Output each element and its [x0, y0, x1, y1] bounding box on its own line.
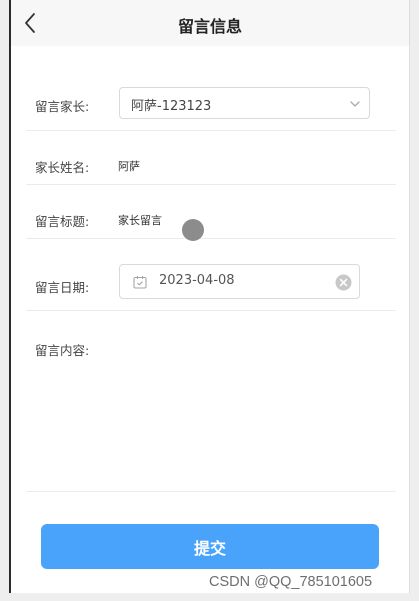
date-picker[interactable]: 2023-04-08	[119, 264, 360, 299]
parent-name-row: 家长姓名: 阿萨	[26, 131, 396, 185]
content-textarea[interactable]	[118, 333, 386, 477]
title-value: 家长留言	[118, 214, 162, 227]
content-label: 留言内容:	[35, 343, 90, 358]
title-label: 留言标题:	[35, 214, 90, 229]
watermark: CSDN @QQ_785101605	[209, 574, 373, 590]
parent-select-value: 阿萨-123123	[131, 99, 212, 114]
chevron-down-icon	[350, 101, 360, 107]
touch-indicator	[182, 219, 204, 241]
nav-bar: 留言信息	[11, 0, 409, 46]
submit-button[interactable]: 提交	[41, 524, 379, 569]
parent-row: 留言家长: 阿萨-123123	[26, 75, 396, 131]
parent-name-label: 家长姓名:	[35, 160, 90, 175]
parent-select[interactable]: 阿萨-123123	[119, 87, 370, 119]
parent-label: 留言家长:	[35, 99, 90, 114]
title-row: 留言标题: 家长留言	[26, 185, 396, 239]
calendar-icon	[133, 276, 147, 289]
date-label: 留言日期:	[35, 280, 90, 295]
parent-name-value: 阿萨	[118, 160, 140, 173]
clear-icon[interactable]	[335, 274, 352, 291]
page-title: 留言信息	[177, 17, 242, 36]
date-row: 留言日期: 2023-04-08	[26, 255, 396, 311]
date-value: 2023-04-08	[159, 273, 235, 288]
phone-screen: 留言信息 留言家长: 阿萨-123123 家长姓名: 阿萨 留言标题: 家长留言…	[9, 0, 410, 593]
content-row: 留言内容:	[26, 311, 396, 492]
